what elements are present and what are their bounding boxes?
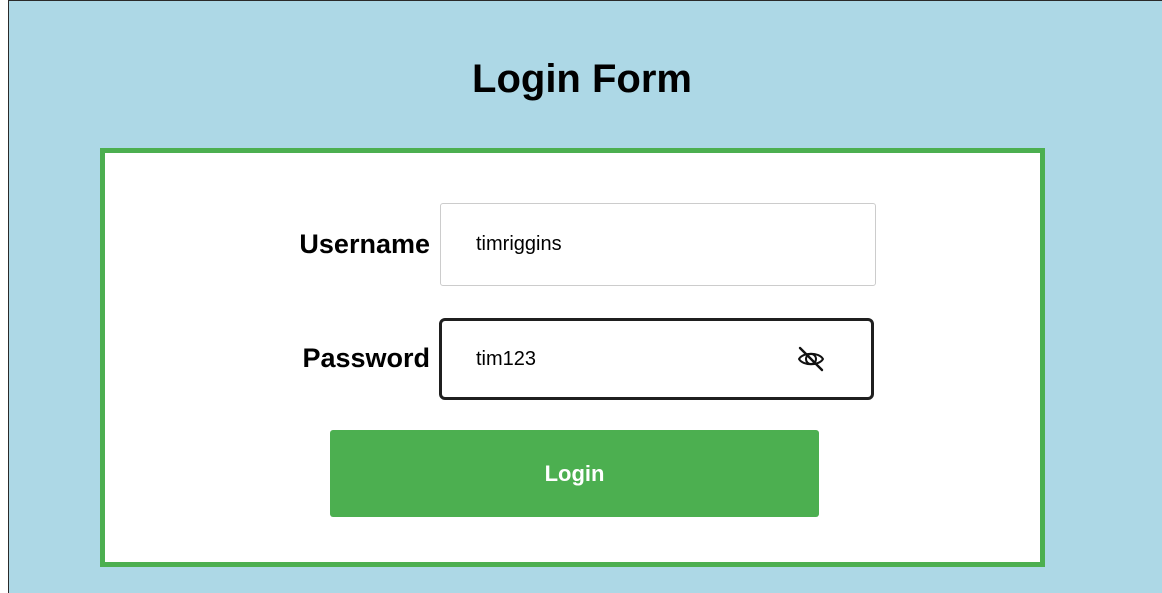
login-page: Login Form Username timriggins Password … bbox=[8, 0, 1162, 593]
login-button[interactable]: Login bbox=[330, 430, 819, 517]
login-form: Username timriggins Password tim123 Logi… bbox=[100, 148, 1045, 567]
password-input[interactable]: tim123 bbox=[439, 318, 874, 400]
page: Login Form Username timriggins Password … bbox=[0, 0, 1162, 593]
password-label: Password bbox=[302, 343, 430, 373]
password-value: tim123 bbox=[476, 347, 537, 370]
username-label: Username bbox=[299, 229, 430, 259]
eye-slash-icon[interactable] bbox=[793, 341, 829, 377]
page-title: Login Form bbox=[472, 57, 692, 101]
username-input[interactable]: timriggins bbox=[440, 203, 876, 286]
username-value: timriggins bbox=[476, 233, 562, 255]
